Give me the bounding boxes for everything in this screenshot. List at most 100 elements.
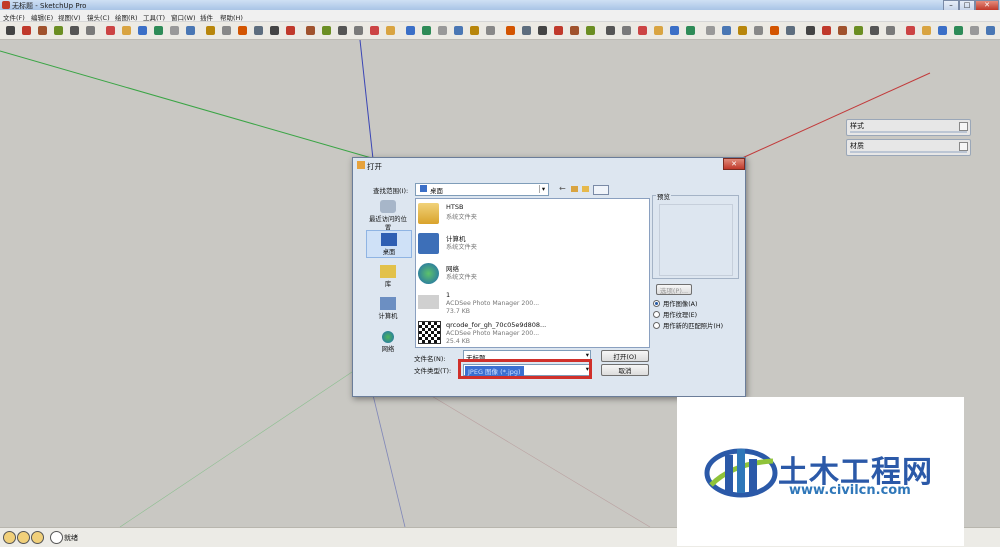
toolbar-tool-icon[interactable] (484, 24, 497, 37)
toolbar-tool-icon[interactable] (236, 24, 249, 37)
toolbar-tool-icon[interactable] (636, 24, 649, 37)
list-item[interactable]: HTSB 系统文件夹 (418, 201, 638, 229)
toolbar-tool-icon[interactable] (920, 24, 933, 37)
toolbar-tool-icon[interactable] (936, 24, 949, 37)
list-item[interactable]: 网络 系统文件夹 (418, 261, 638, 289)
toolbar-tool-icon[interactable] (120, 24, 133, 37)
credits-icon[interactable] (17, 531, 30, 544)
toolbar-tool-icon[interactable] (152, 24, 165, 37)
place-desktop[interactable]: 桌面 (366, 230, 412, 258)
toolbar-tool-icon[interactable] (652, 24, 665, 37)
toolbar-tool-icon[interactable] (752, 24, 765, 37)
materials-panel[interactable]: 材质 (846, 139, 971, 156)
view-menu-icon[interactable] (593, 185, 609, 195)
toolbar-tool-icon[interactable] (568, 24, 581, 37)
toolbar-tool-icon[interactable] (536, 24, 549, 37)
geo-location-icon[interactable] (3, 531, 16, 544)
toolbar-tool-icon[interactable] (368, 24, 381, 37)
toolbar-tool-icon[interactable] (104, 24, 117, 37)
toolbar-tool-icon[interactable] (868, 24, 881, 37)
toolbar-tool-icon[interactable] (668, 24, 681, 37)
toolbar-tool-icon[interactable] (4, 24, 17, 37)
toolbar-tool-icon[interactable] (468, 24, 481, 37)
toolbar-tool-icon[interactable] (952, 24, 965, 37)
toolbar-tool-icon[interactable] (436, 24, 449, 37)
toolbar-tool-icon[interactable] (168, 24, 181, 37)
toolbar-tool-icon[interactable] (252, 24, 265, 37)
toolbar-tool-icon[interactable] (984, 24, 997, 37)
styles-panel-toggle[interactable] (959, 122, 968, 131)
file-list[interactable]: HTSB 系统文件夹 计算机 系统文件夹 网络 系统文件夹 1 ACDSee P… (415, 198, 650, 348)
toolbar-tool-icon[interactable] (52, 24, 65, 37)
toolbar-tool-icon[interactable] (204, 24, 217, 37)
toolbar-tool-icon[interactable] (784, 24, 797, 37)
menu-edit[interactable]: 编辑(E) (31, 12, 53, 22)
toolbar-tool-icon[interactable] (68, 24, 81, 37)
toolbar-tool-icon[interactable] (768, 24, 781, 37)
toolbar-tool-icon[interactable] (884, 24, 897, 37)
toolbar-tool-icon[interactable] (704, 24, 717, 37)
menu-camera[interactable]: 镜头(C) (87, 12, 110, 22)
user-icon[interactable] (31, 531, 44, 544)
toolbar-tool-icon[interactable] (336, 24, 349, 37)
toolbar-tool-icon[interactable] (836, 24, 849, 37)
place-network[interactable]: 网络 (366, 331, 410, 353)
toolbar-tool-icon[interactable] (520, 24, 533, 37)
toolbar-tool-icon[interactable] (968, 24, 981, 37)
toolbar-tool-icon[interactable] (136, 24, 149, 37)
toolbar-tool-icon[interactable] (820, 24, 833, 37)
menu-tools[interactable]: 工具(T) (143, 12, 165, 22)
toolbar-tool-icon[interactable] (36, 24, 49, 37)
toolbar-tool-icon[interactable] (304, 24, 317, 37)
menu-plugins[interactable]: 插件 (200, 12, 213, 22)
toolbar-tool-icon[interactable] (620, 24, 633, 37)
toolbar-tool-icon[interactable] (384, 24, 397, 37)
list-item[interactable]: qrcode_for_gh_70c05e9d808... ACDSee Phot… (418, 319, 638, 347)
toolbar-tool-icon[interactable] (852, 24, 865, 37)
dialog-close-button[interactable]: ✕ (723, 158, 745, 170)
new-folder-icon[interactable] (582, 186, 589, 192)
toolbar-tool-icon[interactable] (268, 24, 281, 37)
help-icon[interactable] (50, 531, 63, 544)
list-item[interactable]: 1 ACDSee Photo Manager 200... 73.7 KB (418, 289, 638, 317)
list-item[interactable]: 计算机 系统文件夹 (418, 231, 638, 259)
toolbar-tool-icon[interactable] (184, 24, 197, 37)
toolbar-tool-icon[interactable] (284, 24, 297, 37)
toolbar-tool-icon[interactable] (604, 24, 617, 37)
cancel-button[interactable]: 取消 (601, 364, 649, 376)
toolbar-tool-icon[interactable] (904, 24, 917, 37)
look-in-select[interactable]: 桌面 ▾ (415, 183, 549, 196)
menu-window[interactable]: 窗口(W) (171, 12, 196, 22)
place-library[interactable]: 库 (366, 265, 410, 288)
toolbar-tool-icon[interactable] (552, 24, 565, 37)
menu-file[interactable]: 文件(F) (3, 12, 25, 22)
toolbar-tool-icon[interactable] (504, 24, 517, 37)
use-as-matched-photo-radio[interactable]: 用作新的匹配照片(H) (653, 321, 723, 330)
menu-draw[interactable]: 绘图(R) (115, 12, 138, 22)
toolbar-tool-icon[interactable] (420, 24, 433, 37)
toolbar-tool-icon[interactable] (736, 24, 749, 37)
toolbar-tool-icon[interactable] (452, 24, 465, 37)
place-computer[interactable]: 计算机 (366, 297, 410, 320)
use-as-texture-radio[interactable]: 用作纹理(E) (653, 310, 697, 319)
options-button[interactable]: 选项(P)... (656, 284, 692, 295)
up-folder-icon[interactable] (571, 186, 578, 192)
toolbar-tool-icon[interactable] (320, 24, 333, 37)
toolbar-tool-icon[interactable] (220, 24, 233, 37)
styles-panel[interactable]: 样式 (846, 119, 971, 136)
place-recent[interactable]: 最近访问的位置 (366, 200, 410, 232)
toolbar-tool-icon[interactable] (804, 24, 817, 37)
toolbar-tool-icon[interactable] (84, 24, 97, 37)
toolbar-tool-icon[interactable] (404, 24, 417, 37)
menu-view[interactable]: 视图(V) (58, 12, 81, 22)
materials-panel-toggle[interactable] (959, 142, 968, 151)
back-icon[interactable]: ← (559, 184, 566, 193)
toolbar-tool-icon[interactable] (20, 24, 33, 37)
use-as-image-radio[interactable]: 用作图像(A) (653, 299, 697, 308)
menu-help[interactable]: 帮助(H) (220, 12, 243, 22)
toolbar-tool-icon[interactable] (584, 24, 597, 37)
open-button[interactable]: 打开(O) (601, 350, 649, 362)
toolbar-tool-icon[interactable] (720, 24, 733, 37)
toolbar-tool-icon[interactable] (684, 24, 697, 37)
toolbar-tool-icon[interactable] (352, 24, 365, 37)
